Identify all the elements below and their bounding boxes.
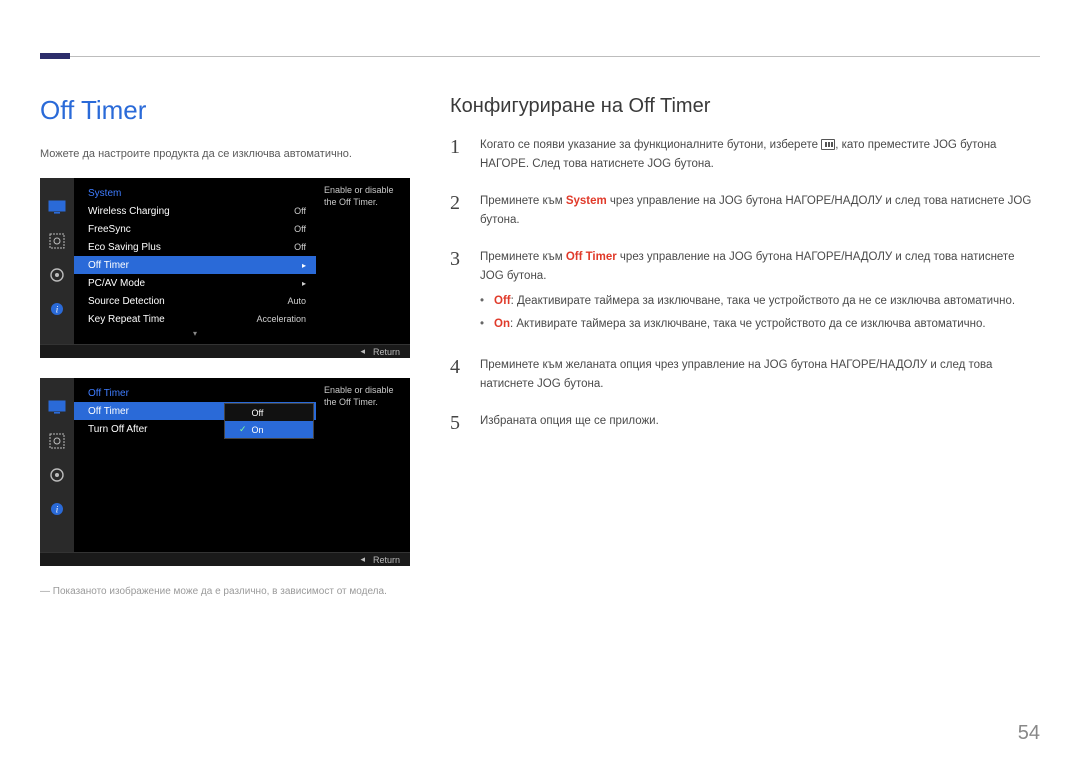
return-arrow-icon: ◂: [360, 554, 365, 565]
step-number: 3: [450, 248, 464, 338]
step-number: 2: [450, 192, 464, 230]
intro-text: Можете да настроите продукта да се изклю…: [40, 148, 410, 160]
osd-footer: ◂ Return: [40, 344, 410, 358]
osd-item-label: Off Timer: [88, 406, 129, 417]
osd-menu-item: FreeSync Off: [74, 220, 316, 238]
step-item: 4 Преминете към желаната опция чрез управ…: [450, 356, 1040, 394]
osd-item-value: Off: [294, 242, 306, 252]
return-label: Return: [373, 347, 400, 357]
osd-menu-item: Off Timer ▸: [74, 256, 316, 274]
steps-list: 1 Когато се появи указание за функционалн…: [450, 136, 1040, 435]
osd-menu-item: Eco Saving Plus Off: [74, 238, 316, 256]
osd-menu: Off Timer Off Timer Off Turn Off After ✓Of…: [74, 378, 316, 552]
osd-item-label: Eco Saving Plus: [88, 242, 161, 253]
step-body: Преминете към Off Timer чрез управление …: [480, 248, 1040, 338]
chevron-right-icon: ▸: [302, 279, 306, 288]
keyword: Off Timer: [566, 251, 617, 263]
return-arrow-icon: ◂: [360, 346, 365, 357]
osd-help-panel: Enable or disable the Off Timer.: [316, 378, 410, 552]
picture-icon: [48, 434, 66, 448]
osd-item-value: Off: [294, 224, 306, 234]
osd-item-label: Turn Off After: [88, 424, 147, 435]
osd-menu-item: Wireless Charging Off: [74, 202, 316, 220]
osd-item-label: Off Timer: [88, 260, 129, 271]
osd-menu-title: System: [74, 184, 316, 202]
osd-item-label: Key Repeat Time: [88, 314, 165, 325]
osd-sidebar: i: [40, 178, 74, 344]
picture-icon: [48, 234, 66, 248]
osd-menu-title: Off Timer: [74, 384, 316, 402]
model-disclaimer: ― Показаното изображение може да е разли…: [40, 586, 410, 597]
left-column: Off Timer Можете да настроите продукта д…: [40, 95, 410, 597]
keyword: On: [494, 318, 510, 330]
step-item: 2 Преминете към System чрез управление на…: [450, 192, 1040, 230]
osd-item-value: Auto: [287, 296, 306, 306]
osd-popup-label: Off: [252, 408, 264, 418]
info-icon: i: [48, 302, 66, 316]
step-body: Избраната опция ще се приложи.: [480, 412, 1040, 435]
osd-screenshot-offtimer: i Off Timer Off Timer Off Turn Off After ✓…: [40, 378, 410, 566]
right-column: Конфигуриране на Off Timer 1 Когато се по…: [450, 95, 1040, 597]
osd-item-value: Acceleration: [256, 314, 306, 324]
info-icon: i: [48, 502, 66, 516]
return-label: Return: [373, 555, 400, 565]
osd-popup-item: ✓ On: [225, 421, 313, 438]
osd-footer: ◂ Return: [40, 552, 410, 566]
osd-item-label: PC/AV Mode: [88, 278, 145, 289]
osd-item-value: Off: [294, 206, 306, 216]
step-number: 5: [450, 412, 464, 435]
osd-scroll-hint: ▾: [74, 330, 316, 338]
gear-icon: [48, 268, 66, 282]
step-body: Преминете към System чрез управление на …: [480, 192, 1040, 230]
osd-menu-item: Key Repeat Time Acceleration: [74, 310, 316, 328]
header-rule-accent: [40, 53, 70, 59]
page-body: Off Timer Можете да настроите продукта д…: [40, 95, 1040, 597]
config-heading: Конфигуриране на Off Timer: [450, 95, 1040, 118]
step-sublist: Off: Деактивирате таймера за изключване,…: [480, 292, 1040, 334]
chevron-right-icon: ▸: [302, 261, 306, 270]
step-sublist-item: Off: Деактивирате таймера за изключване,…: [480, 292, 1040, 311]
step-sublist-item: On: Активирате таймера за изключване, та…: [480, 315, 1040, 334]
step-number: 1: [450, 136, 464, 174]
check-icon: ✓: [239, 424, 247, 435]
osd-menu: System Wireless ChargingOffFreeSyncOffEc…: [74, 178, 316, 344]
step-item: 5 Избраната опция ще се приложи.: [450, 412, 1040, 435]
step-item: 1 Когато се появи указание за функционалн…: [450, 136, 1040, 174]
menu-icon: [821, 139, 835, 150]
step-body: Преминете към желаната опция чрез управл…: [480, 356, 1040, 394]
header-rule: [40, 56, 1040, 57]
osd-popup: ✓Off ✓ On: [224, 403, 314, 439]
osd-popup-label: On: [252, 425, 264, 435]
page-number: 54: [1018, 722, 1040, 745]
osd-item-label: FreeSync: [88, 224, 131, 235]
osd-help-panel: Enable or disable the Off Timer.: [316, 178, 410, 344]
osd-item-label: Source Detection: [88, 296, 165, 307]
osd-item-label: Wireless Charging: [88, 206, 170, 217]
monitor-icon: [48, 400, 66, 414]
osd-menu-item: Source Detection Auto: [74, 292, 316, 310]
monitor-icon: [48, 200, 66, 214]
step-number: 4: [450, 356, 464, 394]
osd-screenshot-system: i System Wireless Charging Off FreeSync Off…: [40, 178, 410, 358]
osd-menu-item: PC/AV Mode ▸: [74, 274, 316, 292]
step-body: Когато се появи указание за функционални…: [480, 136, 1040, 174]
gear-icon: [48, 468, 66, 482]
keyword: System: [566, 195, 607, 207]
osd-popup-item: ✓Off: [225, 404, 313, 421]
step-item: 3Преминете към Off Timer чрез управление…: [450, 248, 1040, 338]
keyword: Off: [494, 295, 511, 307]
osd-sidebar: i: [40, 378, 74, 552]
page-title: Off Timer: [40, 95, 410, 126]
